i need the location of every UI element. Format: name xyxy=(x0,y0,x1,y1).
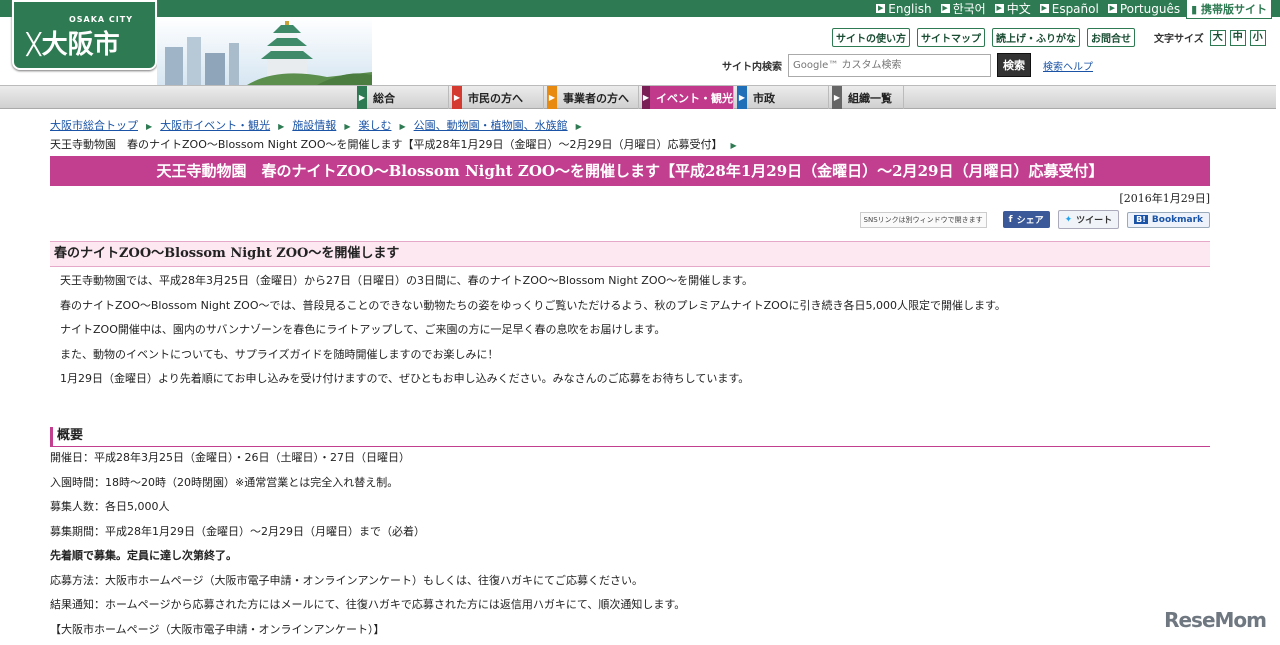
breadcrumb-row-1: 大阪市総合トップ ▶ 大阪市イベント・観光 ▶ 施設情報 ▶ 楽しむ ▶ 公園、動物園・植物園、… xyxy=(50,117,1210,136)
search-input[interactable] xyxy=(788,53,991,77)
overview-line-capacity: 募集人数：各日5,000人 xyxy=(50,500,170,513)
overview-line-date: 開催日：平成28年3月25日（金曜日）・26日（土曜日）・27日（日曜日） xyxy=(50,451,410,464)
breadcrumb-arrow-icon: ▶ xyxy=(730,141,737,150)
sns-share-bar: SNSリンクは別ウィンドウで開きます f シェア ✦ ツイート B! Bookmark xyxy=(859,210,1210,229)
mobile-site-link[interactable]: ▮ 携帯版サイト xyxy=(1186,0,1272,19)
breadcrumb-link-events[interactable]: 大阪市イベント・観光 xyxy=(160,119,270,132)
search-help-link[interactable]: 検索ヘルプ xyxy=(1043,58,1093,73)
overview-line-method: 応募方法：大阪市ホームページ（大阪市電子申請・オンラインアンケート）もしくは、往… xyxy=(50,573,644,587)
arrow-right-icon: ▶ xyxy=(994,4,1004,13)
twitter-tweet-button[interactable]: ✦ ツイート xyxy=(1057,210,1120,229)
nav-arrow-icon: ▶ xyxy=(547,86,557,109)
nav-city-government[interactable]: ▶ 市政 xyxy=(737,86,829,109)
font-size-small-button[interactable]: 小 xyxy=(1249,29,1266,46)
mobile-phone-icon: ▮ xyxy=(1191,2,1198,16)
nav-arrow-icon: ▶ xyxy=(642,86,650,109)
hatena-bookmark-button[interactable]: B! Bookmark xyxy=(1127,211,1210,228)
font-size-label: 文字サイズ xyxy=(1154,34,1204,45)
page-title: 天王寺動物園 春のナイトZOO～Blossom Night ZOO～を開催します… xyxy=(50,156,1210,186)
lang-portuguese[interactable]: ▶ Português xyxy=(1107,2,1180,16)
breadcrumb: 大阪市総合トップ ▶ 大阪市イベント・観光 ▶ 施設情報 ▶ 楽しむ ▶ 公園、動物園・植物園、… xyxy=(50,117,1210,155)
nav-general[interactable]: ▶ 総合 xyxy=(357,86,449,109)
resemom-watermark: ReseMom xyxy=(1164,608,1267,632)
nav-citizens[interactable]: ▶ 市民の方へ xyxy=(452,86,544,109)
breadcrumb-arrow-icon: ▶ xyxy=(278,122,285,131)
intro-body: 天王寺動物園では、平成28年3月25日（金曜日）から27日（日曜日）の3日間に、… xyxy=(60,272,1210,395)
section-heading-intro: 春のナイトZOO～Blossom Night ZOO～を開催します xyxy=(50,241,1210,267)
overview-body: 開催日：平成28年3月25日（金曜日）・26日（土曜日）・27日（日曜日） 入園… xyxy=(50,449,1210,645)
publish-date: [2016年1月29日] xyxy=(1119,192,1210,205)
lang-spanish[interactable]: ▶ Español xyxy=(1039,2,1099,16)
read-aloud-button[interactable]: 読上げ・ふりがな xyxy=(992,28,1080,47)
nav-arrow-icon: ▶ xyxy=(737,86,747,109)
osaka-castle-skyline-image xyxy=(157,17,372,85)
twitter-bird-icon: ✦ xyxy=(1064,214,1073,225)
nav-events-tourism[interactable]: ▶ イベント・観光 xyxy=(642,86,734,109)
nav-arrow-icon: ▶ xyxy=(832,86,842,109)
arrow-right-icon: ▶ xyxy=(1039,4,1049,13)
nav-arrow-icon: ▶ xyxy=(452,86,462,109)
intro-paragraph: ナイトZOO開催中は、園内のサバンナゾーンを春色にライトアップして、ご来園の方に… xyxy=(60,323,666,336)
language-links: ▶ English ▶ 한국어 ▶ 中文 ▶ Español ▶ Português ▮ … xyxy=(867,0,1272,19)
search-button[interactable]: 検索 xyxy=(997,53,1031,77)
sns-note: SNSリンクは別ウィンドウで開きます xyxy=(859,211,987,228)
global-nav: ▶ 総合 ▶ 市民の方へ ▶ 事業者の方へ ▶ イベント・観光 ▶ 市政 ▶ 組織一覧 xyxy=(0,85,1276,109)
site-guide-button[interactable]: サイトの使い方 xyxy=(832,28,910,47)
intro-paragraph: また、動物のイベントについても、サプライズガイドを随時開催しますのでお楽しみに！ xyxy=(60,347,499,361)
language-bar: ▶ English ▶ 한국어 ▶ 中文 ▶ Español ▶ Português ▮ … xyxy=(0,0,1280,19)
breadcrumb-arrow-icon: ▶ xyxy=(146,122,153,131)
breadcrumb-current: 天王寺動物園 春のナイトZOO～Blossom Night ZOO～を開催します… xyxy=(50,138,723,151)
breadcrumb-link-facilities[interactable]: 施設情報 xyxy=(292,119,336,132)
section-heading-overview: 概要 xyxy=(50,427,1210,447)
font-size-large-button[interactable]: 大 xyxy=(1209,29,1226,46)
arrow-right-icon: ▶ xyxy=(1107,4,1117,13)
nav-organizations[interactable]: ▶ 組織一覧 xyxy=(832,86,904,109)
breadcrumb-arrow-icon: ▶ xyxy=(575,122,582,131)
lang-chinese[interactable]: ▶ 中文 xyxy=(994,0,1031,17)
city-emblem-icon: ᚷ xyxy=(26,30,42,60)
overview-line-first-come: 先着順で募集。定員に達し次第終了。 xyxy=(50,549,237,562)
breadcrumb-link-top[interactable]: 大阪市総合トップ xyxy=(50,119,138,132)
osaka-city-logo[interactable]: OSAKA CITY ᚷ大阪市 xyxy=(12,0,157,70)
arrow-right-icon: ▶ xyxy=(940,4,950,13)
font-size-medium-button[interactable]: 中 xyxy=(1229,29,1246,46)
nav-arrow-icon: ▶ xyxy=(357,86,367,109)
intro-paragraph: 春のナイトZOO～Blossom Night ZOO～では、普段見ることのできな… xyxy=(60,298,1006,312)
intro-paragraph: 天王寺動物園では、平成28年3月25日（金曜日）から27日（日曜日）の3日間に、… xyxy=(60,274,754,287)
facebook-icon: f xyxy=(1008,214,1013,225)
arrow-right-icon: ▶ xyxy=(876,4,886,13)
intro-paragraph: 1月29日（金曜日）より先着順にてお申し込みを受け付けますので、ぜひともお申し込… xyxy=(60,372,750,385)
overview-line-hours: 入園時間：18時～20時（20時閉園）※通常営業とは完全入れ替え制。 xyxy=(50,475,399,489)
lang-english[interactable]: ▶ English xyxy=(876,2,932,16)
breadcrumb-link-parks-zoos[interactable]: 公園、動物園・植物園、水族館 xyxy=(414,119,568,132)
overview-line-period: 募集期間：平成28年1月29日（金曜日）～2月29日（月曜日）まで（必着） xyxy=(50,524,425,538)
breadcrumb-link-enjoy[interactable]: 楽しむ xyxy=(358,119,391,132)
logo-name: ᚷ大阪市 xyxy=(26,30,120,60)
overview-line-online-heading: 【大阪市ホームページ（大阪市電子申請・オンラインアンケート）】 xyxy=(50,622,385,636)
contact-button[interactable]: お問合せ xyxy=(1087,28,1135,47)
overview-line-notification: 結果通知：ホームページから応募された方にはメールにて、往復ハガキで応募された方に… xyxy=(50,598,686,611)
breadcrumb-row-2: 天王寺動物園 春のナイトZOO～Blossom Night ZOO～を開催します… xyxy=(50,136,1210,155)
search-label: サイト内検索 xyxy=(722,61,782,73)
facebook-share-button[interactable]: f シェア xyxy=(1002,211,1050,228)
breadcrumb-arrow-icon: ▶ xyxy=(344,122,351,131)
breadcrumb-arrow-icon: ▶ xyxy=(399,122,406,131)
sitemap-button[interactable]: サイトマップ xyxy=(917,28,985,47)
utility-bar: サイトの使い方 サイトマップ 読上げ・ふりがな お問合せ 文字サイズ 大 中 小 xyxy=(832,28,1270,47)
logo-city-en: OSAKA CITY xyxy=(68,15,133,24)
site-search: サイト内検索 検索 検索ヘルプ xyxy=(722,53,1093,77)
hatena-bookmark-icon: B! xyxy=(1134,215,1148,224)
lang-korean[interactable]: ▶ 한국어 xyxy=(940,0,986,17)
nav-business[interactable]: ▶ 事業者の方へ xyxy=(547,86,639,109)
